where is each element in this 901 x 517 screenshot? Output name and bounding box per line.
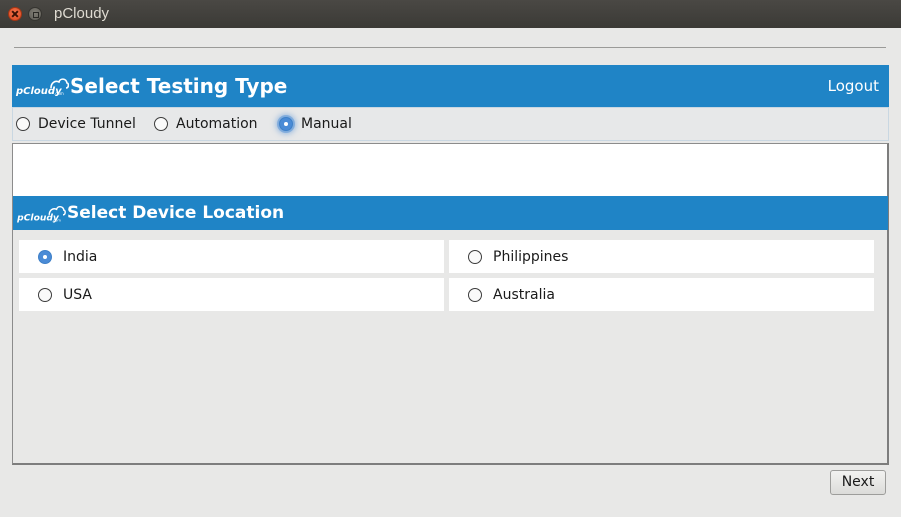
- radio-label: Automation: [176, 116, 258, 132]
- location-option-australia[interactable]: Australia: [449, 278, 874, 311]
- location-option-usa[interactable]: USA: [19, 278, 444, 311]
- radio-label: India: [63, 248, 98, 265]
- logout-link[interactable]: Logout: [828, 77, 879, 95]
- logo-suffix: .com: [54, 91, 64, 96]
- blank-strip: [13, 144, 887, 196]
- window-title: pCloudy: [54, 5, 110, 22]
- page-title: Select Testing Type: [70, 74, 288, 98]
- radio-icon[interactable]: [154, 117, 168, 131]
- radio-automation[interactable]: Automation: [154, 108, 258, 140]
- radio-icon[interactable]: [468, 249, 482, 264]
- radio-label: Philippines: [493, 248, 569, 265]
- main-panel: pCloudy .com Select Device Location Indi…: [12, 143, 889, 465]
- logo-suffix: .com: [52, 218, 61, 222]
- separator-line: [14, 47, 886, 48]
- location-option-india[interactable]: India: [19, 240, 444, 273]
- next-button[interactable]: Next: [830, 470, 886, 495]
- radio-label: Australia: [493, 286, 555, 303]
- location-option-philippines[interactable]: Philippines: [449, 240, 874, 273]
- window-titlebar: pCloudy: [0, 0, 901, 28]
- radio-checked-icon[interactable]: [38, 249, 52, 264]
- radio-icon[interactable]: [38, 287, 52, 302]
- pcloudy-logo-icon: pCloudy .com: [15, 78, 69, 97]
- pcloudy-logo-icon: pCloudy .com: [16, 205, 66, 223]
- radio-manual[interactable]: Manual: [279, 108, 352, 140]
- radio-device-tunnel[interactable]: Device Tunnel: [16, 108, 136, 140]
- radio-icon[interactable]: [468, 287, 482, 302]
- section-title: Select Device Location: [67, 203, 285, 223]
- radio-label: Device Tunnel: [38, 116, 136, 132]
- testing-type-options: Device Tunnel Automation Manual: [12, 107, 889, 141]
- radio-label: USA: [63, 286, 92, 303]
- device-location-header: pCloudy .com Select Device Location: [13, 196, 888, 230]
- radio-icon[interactable]: [16, 117, 30, 131]
- minimize-window-icon[interactable]: [28, 7, 42, 21]
- radio-label: Manual: [301, 116, 352, 132]
- radio-checked-icon[interactable]: [279, 117, 293, 131]
- close-window-icon[interactable]: [8, 7, 22, 21]
- testing-type-header: pCloudy .com Select Testing Type Logout: [12, 65, 889, 107]
